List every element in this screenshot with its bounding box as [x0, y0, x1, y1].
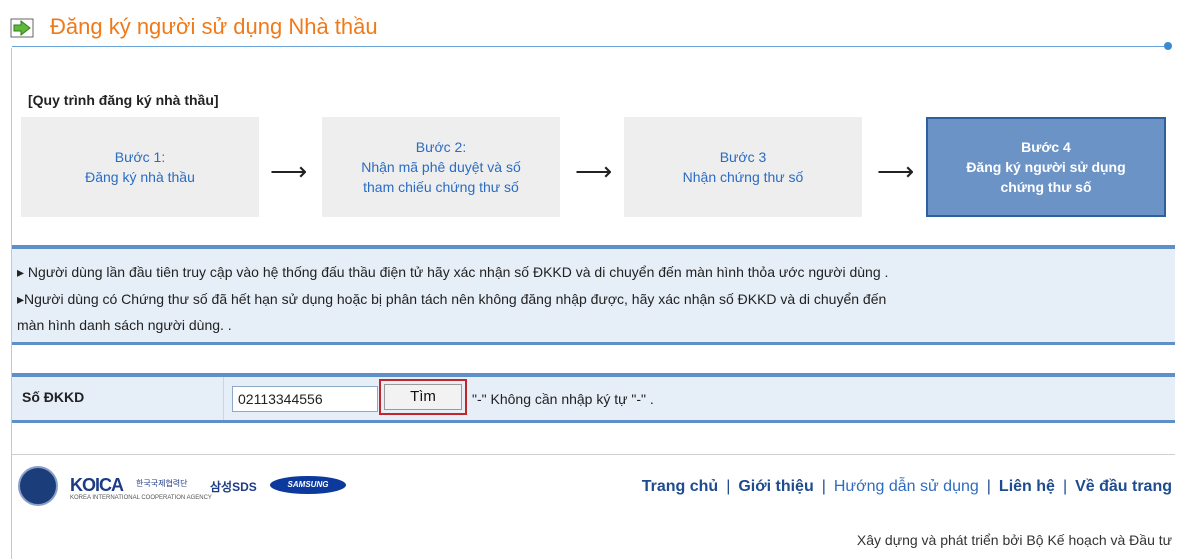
process-heading: [Quy trình đăng ký nhà thầu] [28, 92, 219, 108]
step-4-number: Bước 4 [1021, 139, 1071, 155]
step-arrow: ⟶ [877, 156, 915, 186]
koica-logo: KOICA [70, 475, 124, 495]
step-4-label-line1: Đăng ký người sử dụng [966, 159, 1126, 175]
samsung-sds-logo: 삼성SDS [210, 480, 257, 494]
business-number-search-form: Số ĐKKD Tìm "-" Không cần nhập ký tự "-"… [12, 373, 1175, 423]
page-title: Đăng ký người sử dụng Nhà thầu [50, 14, 378, 39]
business-number-input[interactable] [232, 386, 378, 412]
search-label-cell: Số ĐKKD [12, 377, 224, 420]
info-text-line3: màn hình danh sách người dùng. . [17, 317, 232, 333]
nav-back-to-top-link[interactable]: Về đầu trang [1075, 478, 1172, 495]
footer-divider [12, 454, 1175, 455]
step-2-label-line2: tham chiếu chứng thư số [363, 179, 519, 195]
step-3-label: Nhận chứng thư số [682, 169, 804, 185]
business-number-label: Số ĐKKD [22, 389, 85, 405]
step-1: Bước 1: Đăng ký nhà thầu [21, 117, 259, 217]
step-4-label-line2: chứng thư số [1000, 179, 1092, 195]
step-1-number: Bước 1: [114, 149, 166, 165]
step-2-label-line1: Nhận mã phê duyệt và số [361, 159, 521, 175]
step-2-number: Bước 2: [415, 139, 467, 155]
step-3-number: Bước 3 [719, 149, 767, 165]
search-button[interactable]: Tìm [384, 384, 462, 410]
nav-user-guide-link[interactable]: Hướng dẫn sử dụng [834, 478, 979, 495]
step-2: Bước 2: Nhận mã phê duyệt và số tham chi… [322, 117, 560, 217]
samsung-logo: SAMSUNG [270, 476, 346, 494]
nav-separator: | [1062, 478, 1068, 495]
nav-separator: | [821, 478, 826, 495]
page-header: Đăng ký người sử dụng Nhà thầu [0, 0, 1180, 50]
info-text-line1: ▸ Người dùng lần đầu tiên truy cập vào h… [17, 264, 889, 280]
nav-about-link[interactable]: Giới thiệu [738, 478, 813, 495]
step-1-label: Đăng ký nhà thầu [85, 169, 195, 185]
step-arrow: ⟶ [575, 156, 613, 186]
step-3: Bước 3 Nhận chứng thư số [624, 117, 862, 217]
nav-home-link[interactable]: Trang chủ [642, 478, 718, 495]
nav-separator: | [726, 478, 731, 495]
partner-logos: KOICA 한국국제협력단 KOREA INTERNATIONAL COOPER… [18, 462, 358, 506]
search-hint: "-" Không cần nhập ký tự "-" . [472, 391, 654, 407]
title-divider [12, 46, 1170, 47]
footer-credit: Xây dựng và phát triển bởi Bộ Kế hoạch v… [856, 532, 1172, 548]
step-arrow: ⟶ [270, 156, 308, 186]
nav-contact-link[interactable]: Liên hệ [999, 478, 1055, 495]
info-text-line2: ▸Người dùng có Chứng thư số đã hết hạn s… [17, 291, 887, 307]
info-notice: ▸ Người dùng lần đầu tiên truy cập vào h… [12, 245, 1175, 345]
search-button-highlight: Tìm [379, 379, 467, 415]
step-4-active: Bước 4 Đăng ký người sử dụng chứng thư s… [926, 117, 1166, 217]
koica-subtitle: KOREA INTERNATIONAL COOPERATION AGENCY [70, 495, 212, 501]
koica-korean-name: 한국국제협력단 [136, 479, 188, 488]
nav-separator: | [986, 478, 991, 495]
ministry-emblem-logo [18, 466, 58, 506]
title-divider-dot [1164, 42, 1172, 50]
footer-nav: Trang chủ | Giới thiệu | Hướng dẫn sử dụng | L… [642, 478, 1172, 496]
arrow-right-icon [10, 18, 34, 38]
